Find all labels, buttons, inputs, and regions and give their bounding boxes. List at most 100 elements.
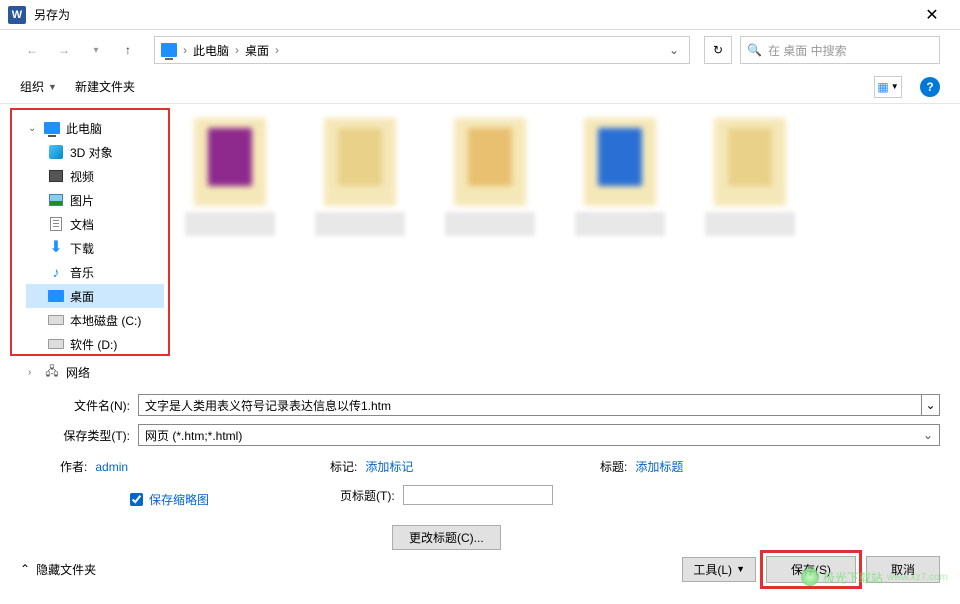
hide-folders-label: 隐藏文件夹 [36, 561, 96, 578]
filename-dropdown-icon[interactable]: ⌄ [922, 394, 940, 416]
search-input[interactable]: 🔍 在 桌面 中搜索 [740, 36, 940, 64]
add-tag-link[interactable]: 添加标记 [365, 458, 413, 475]
file-item[interactable] [570, 118, 670, 236]
desktop-icon [48, 290, 64, 302]
save-form: 文件名(N): ⌄ 保存类型(T): 网页 (*.htm;*.html) ⌄ [0, 384, 960, 450]
chevron-right-icon: › [235, 43, 239, 57]
filename-input[interactable] [138, 394, 922, 416]
tree-label: 网络 [66, 364, 90, 381]
tree-local-disk-c[interactable]: 本地磁盘 (C:) [26, 308, 164, 332]
music-icon: ♪ [48, 264, 64, 280]
breadcrumb-desktop[interactable]: 桌面 [245, 42, 269, 59]
file-list[interactable] [170, 104, 960, 384]
chevron-up-icon: ⌃ [20, 562, 30, 576]
tree-label: 图片 [70, 192, 94, 209]
file-thumbnail [454, 118, 526, 206]
pc-icon [161, 43, 177, 57]
tree-label: 本地磁盘 (C:) [70, 312, 141, 329]
tree-label: 软件 (D:) [70, 336, 117, 353]
tree-label: 下载 [70, 240, 94, 257]
file-label [185, 212, 275, 236]
back-button[interactable]: ← [20, 38, 44, 62]
refresh-button[interactable]: ↻ [704, 36, 732, 64]
file-item[interactable] [700, 118, 800, 236]
metadata-row: 作者: admin 标记: 添加标记 标题: 添加标题 [0, 450, 960, 475]
breadcrumb-pc[interactable]: 此电脑 [193, 42, 229, 59]
tree-desktop[interactable]: 桌面 [26, 284, 164, 308]
tree-videos[interactable]: 视频 [26, 164, 164, 188]
filetype-select[interactable]: 网页 (*.htm;*.html) ⌄ [138, 424, 940, 446]
chevron-right-icon: › [275, 43, 279, 57]
tree-label: 视频 [70, 168, 94, 185]
tree-music[interactable]: ♪ 音乐 [26, 260, 164, 284]
window-title: 另存为 [34, 6, 912, 23]
file-label [705, 212, 795, 236]
expand-icon[interactable]: › [28, 367, 38, 378]
chevron-down-icon: ▼ [891, 82, 899, 91]
search-placeholder: 在 桌面 中搜索 [768, 42, 847, 59]
save-button[interactable]: 保存(S) [766, 556, 856, 583]
tree-downloads[interactable]: ⬇ 下载 [26, 236, 164, 260]
author-label: 作者: [60, 458, 87, 475]
network-icon: 🖧 [44, 364, 60, 380]
folder-tree: ⌄ 此电脑 3D 对象 视频 图片 文档 ⬇ 下载 [10, 108, 170, 356]
save-thumbnail-label: 保存缩略图 [149, 491, 209, 508]
main-area: ⌄ 此电脑 3D 对象 视频 图片 文档 ⬇ 下载 [0, 104, 960, 384]
title-bar: W 另存为 ✕ [0, 0, 960, 30]
view-options-button[interactable]: ▦ ▼ [874, 76, 902, 98]
hide-folders-toggle[interactable]: ⌃ 隐藏文件夹 [20, 561, 96, 578]
tree-this-pc[interactable]: ⌄ 此电脑 [26, 116, 164, 140]
close-button[interactable]: ✕ [912, 5, 952, 25]
chevron-right-icon: › [183, 43, 187, 57]
tree-documents[interactable]: 文档 [26, 212, 164, 236]
file-item[interactable] [310, 118, 410, 236]
tree-network[interactable]: › 🖧 网络 [10, 360, 170, 384]
app-icon: W [8, 6, 26, 24]
forward-button[interactable]: → [52, 38, 76, 62]
recent-dropdown-icon[interactable]: ▾ [84, 38, 108, 62]
filename-label: 文件名(N): [20, 397, 130, 414]
address-dropdown-icon[interactable]: ⌄ [665, 43, 683, 57]
page-title-input[interactable] [403, 485, 553, 505]
help-button[interactable]: ? [920, 77, 940, 97]
file-item[interactable] [440, 118, 540, 236]
file-thumbnail [584, 118, 656, 206]
page-title-label: 页标题(T): [340, 487, 395, 504]
tree-pictures[interactable]: 图片 [26, 188, 164, 212]
up-button[interactable]: ↑ [116, 38, 140, 62]
address-bar[interactable]: › 此电脑 › 桌面 › ⌄ [154, 36, 690, 64]
new-folder-button[interactable]: 新建文件夹 [75, 78, 135, 95]
tree-label: 桌面 [70, 288, 94, 305]
disk-icon [48, 315, 64, 325]
author-value[interactable]: admin [95, 460, 128, 474]
cancel-button[interactable]: 取消 [866, 556, 940, 583]
add-title-link[interactable]: 添加标题 [635, 458, 683, 475]
save-thumbnail-row: 保存缩略图 [0, 491, 340, 508]
video-icon [49, 170, 63, 182]
tools-menu[interactable]: 工具(L) ▼ [682, 557, 756, 582]
change-title-button[interactable]: 更改标题(C)... [392, 525, 501, 550]
file-label [575, 212, 665, 236]
tree-label: 文档 [70, 216, 94, 233]
tag-label: 标记: [330, 458, 357, 475]
picture-icon [49, 194, 63, 206]
chevron-down-icon: ▼ [736, 564, 745, 574]
cube-icon [49, 145, 63, 159]
tree-software-d[interactable]: 软件 (D:) [26, 332, 164, 356]
tree-label: 音乐 [70, 264, 94, 281]
footer: ⌃ 隐藏文件夹 工具(L) ▼ 保存(S) 取消 [0, 552, 960, 586]
toolbar: 组织 ▼ 新建文件夹 ▦ ▼ ? [0, 70, 960, 104]
file-item[interactable] [180, 118, 280, 236]
nav-bar: ← → ▾ ↑ › 此电脑 › 桌面 › ⌄ ↻ 🔍 在 桌面 中搜索 [0, 30, 960, 70]
filetype-value: 网页 (*.htm;*.html) [145, 427, 242, 444]
expand-icon[interactable]: ⌄ [28, 123, 38, 134]
pc-icon [44, 122, 60, 134]
disk-icon [48, 339, 64, 349]
title-label: 标题: [600, 458, 627, 475]
file-label [445, 212, 535, 236]
organize-menu[interactable]: 组织 ▼ [20, 78, 57, 95]
chevron-down-icon: ⌄ [923, 428, 933, 442]
tree-3d-objects[interactable]: 3D 对象 [26, 140, 164, 164]
save-thumbnail-checkbox[interactable] [130, 493, 143, 506]
file-thumbnail [194, 118, 266, 206]
